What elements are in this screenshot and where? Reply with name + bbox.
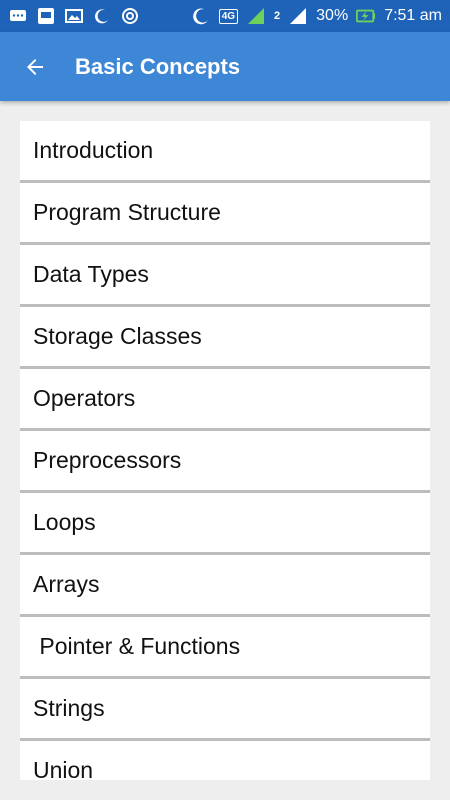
list-item[interactable]: Storage Classes <box>20 307 430 369</box>
list-item-label: Strings <box>33 695 105 721</box>
image-icon <box>36 6 56 26</box>
clock: 7:51 am <box>384 7 442 24</box>
list-item-label: Preprocessors <box>33 447 182 473</box>
gallery-icon <box>64 6 84 26</box>
list-item[interactable]: Pointer & Functions <box>20 617 430 679</box>
battery-charging-icon <box>356 6 376 26</box>
list-item-label: Program Structure <box>33 199 221 225</box>
list-item-label: Pointer & Functions <box>33 633 241 659</box>
signal-icon <box>246 6 266 26</box>
status-bar-notifications <box>8 6 140 26</box>
list-item[interactable]: Program Structure <box>20 183 430 245</box>
arrow-left-icon <box>27 58 43 75</box>
sim2-label: 2 <box>274 10 281 22</box>
network-type: 4G <box>218 8 239 24</box>
list-item-label: Storage Classes <box>33 323 202 349</box>
list-item[interactable]: Operators <box>20 369 430 431</box>
list-item[interactable]: Introduction <box>20 121 430 183</box>
list-item-label: Arrays <box>33 571 100 597</box>
list-item-label: Union <box>33 757 94 780</box>
hotspot-icon <box>120 6 140 26</box>
list-item[interactable]: Preprocessors <box>20 431 430 493</box>
moon-icon <box>92 6 112 26</box>
status-bar: 4G 2 30% 7:51 am <box>0 0 450 32</box>
back-button[interactable] <box>13 45 57 89</box>
list-item-label: Operators <box>33 385 136 411</box>
list-item[interactable]: Union <box>20 741 430 780</box>
list-item-label: Data Types <box>33 261 149 287</box>
chat-icon <box>8 6 28 26</box>
topic-list: Introduction Program Structure Data Type… <box>20 121 430 780</box>
list-item[interactable]: Data Types <box>20 245 430 307</box>
status-bar-system: 4G 2 30% 7:51 am <box>191 6 442 26</box>
list-item[interactable]: Arrays <box>20 555 430 617</box>
list-item-label: Loops <box>33 509 96 535</box>
list-item-label: Introduction <box>33 137 154 163</box>
signal-icon <box>288 6 308 26</box>
list-item[interactable]: Loops <box>20 493 430 555</box>
list-item[interactable]: Strings <box>20 679 430 741</box>
app-bar: Basic Concepts <box>0 32 450 101</box>
page-title: Basic Concepts <box>75 53 241 79</box>
moon-icon <box>191 6 211 26</box>
battery-percent: 30% <box>316 7 349 24</box>
